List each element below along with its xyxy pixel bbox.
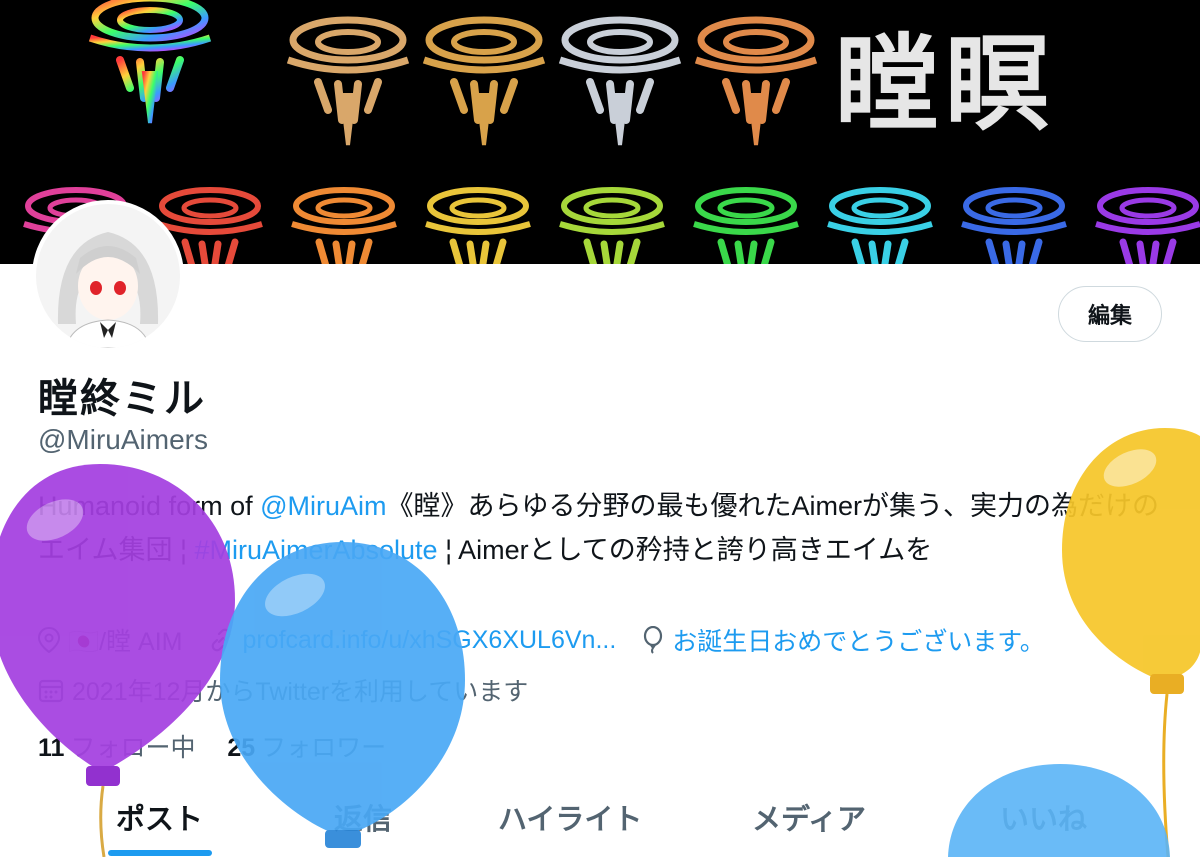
website-item[interactable]: profcard.info/u/xhSGX6XUL6Vn...: [208, 626, 616, 655]
balloon-icon: [644, 626, 663, 654]
avatar-character-icon: [36, 204, 180, 348]
display-name: 瞠終ミル: [38, 377, 206, 421]
profile-bio: Humanoid form of @MiruAim《瞠》あらゆる分野の最も優れた…: [38, 484, 1168, 572]
banner-emblem-art: 瞠瞑: [0, 0, 1200, 264]
tab-media[interactable]: メディア: [752, 796, 866, 838]
location-item: 🇯🇵/瞠 AIM: [38, 622, 182, 658]
following-link[interactable]: 11 フォロー中: [38, 734, 195, 762]
following-count: 11: [38, 734, 65, 762]
tab-posts[interactable]: ポスト: [116, 796, 203, 838]
bio-text: ¦ Aimerとしての矜持と誇り高きエイムを: [437, 535, 933, 565]
bio-hashtag-link[interactable]: #MiruAimerAbsolute: [194, 535, 437, 565]
following-label: フォロー中: [70, 734, 196, 762]
followers-label: フォロワー: [261, 734, 387, 762]
tab-highlights[interactable]: ハイライト: [498, 796, 642, 838]
edit-profile-button[interactable]: 編集: [1058, 286, 1162, 342]
profile-tabs: ポスト 返信 ハイライト メディア いいね: [0, 786, 1200, 857]
user-handle: @MiruAimers: [38, 424, 208, 455]
joined-text: 2021年12月からTwitterを利用しています: [72, 678, 529, 706]
active-tab-indicator: [108, 850, 212, 856]
birthday-text: お誕生日おめでとうございます。: [672, 628, 1045, 656]
followers-link[interactable]: 25 フォロワー: [227, 734, 386, 762]
tab-likes[interactable]: いいね: [1000, 796, 1087, 838]
joined-item: 2021年12月からTwitterを利用しています: [38, 672, 528, 708]
website-link[interactable]: profcard.info/u/xhSGX6XUL6Vn...: [242, 626, 616, 655]
location-pin-icon: [38, 627, 60, 653]
birthday-item: お誕生日おめでとうございます。: [642, 622, 1045, 658]
location-text: 🇯🇵/瞠 AIM: [68, 628, 183, 656]
tab-replies[interactable]: 返信: [334, 796, 392, 838]
follow-stats: 11 フォロー中 25 フォロワー: [38, 728, 386, 764]
banner-title: 瞠瞑: [835, 22, 1055, 145]
profile-meta: 🇯🇵/瞠 AIM profcard.info/u/xhSGX6XUL6Vn...…: [38, 622, 1071, 658]
joined-info: 2021年12月からTwitterを利用しています: [38, 672, 554, 708]
calendar-icon: [38, 679, 64, 703]
followers-count: 25: [227, 734, 256, 762]
bio-text: Humanoid form of: [38, 491, 261, 521]
link-icon: [212, 628, 231, 652]
header-banner[interactable]: 瞠瞑: [0, 0, 1200, 264]
bio-mention-link[interactable]: @MiruAim: [260, 491, 386, 521]
avatar[interactable]: [32, 200, 184, 352]
